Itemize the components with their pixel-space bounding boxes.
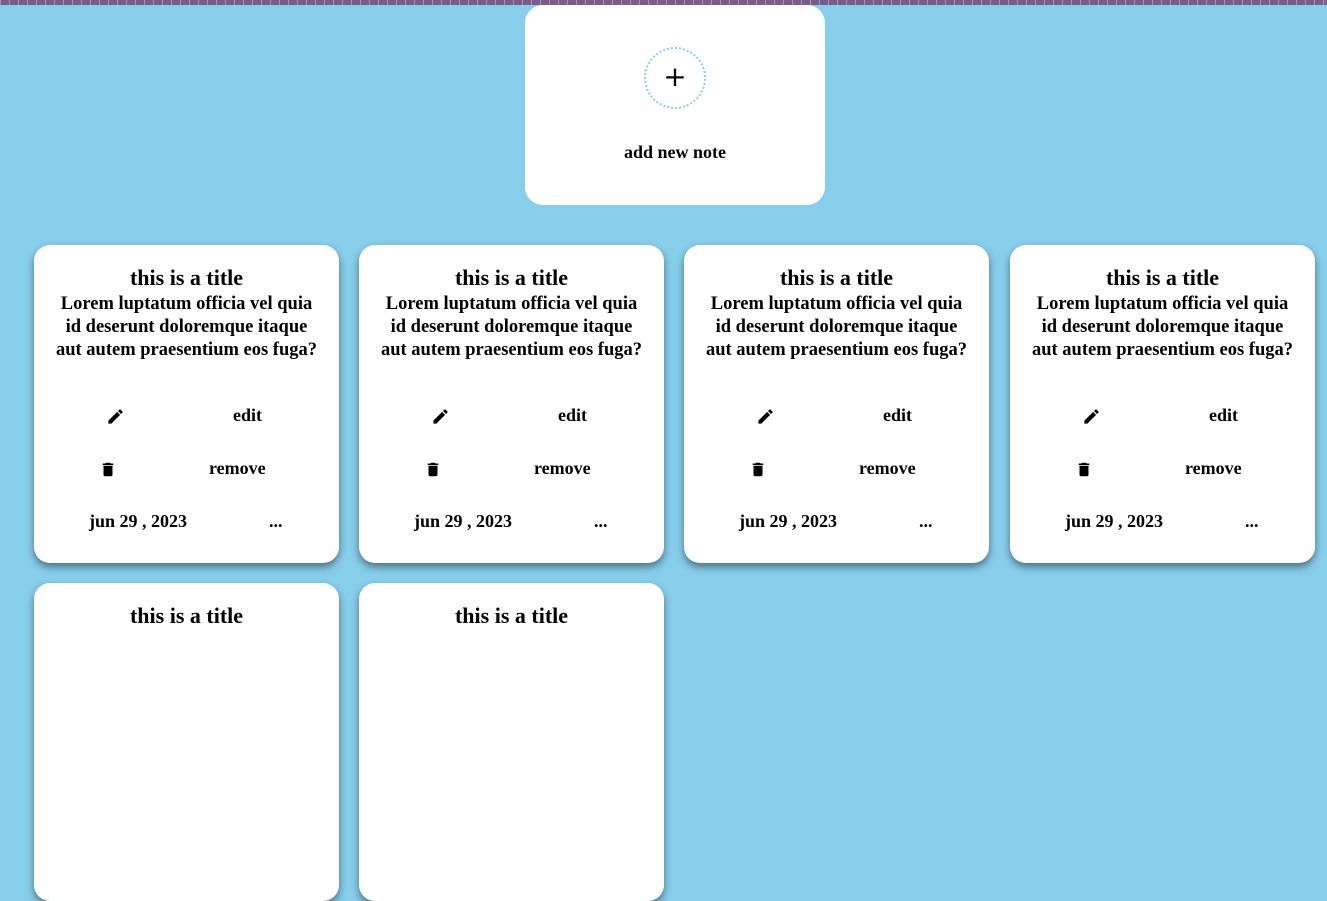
pencil-icon[interactable] [431, 407, 450, 426]
note-body: Lorem luptatum officia vel quia id deser… [705, 294, 968, 360]
add-note-card[interactable]: + add new note [525, 5, 825, 205]
more-options-button[interactable]: ... [269, 511, 283, 532]
more-options-button[interactable]: ... [594, 511, 608, 532]
remove-button[interactable]: remove [209, 458, 266, 479]
note-card: this is a title [359, 583, 664, 901]
trash-icon[interactable] [424, 460, 442, 479]
note-card: this is a title Lorem luptatum officia v… [1010, 245, 1315, 563]
note-card: this is a title Lorem luptatum officia v… [34, 245, 339, 563]
remove-button[interactable]: remove [534, 458, 591, 479]
note-body: Lorem luptatum officia vel quia id deser… [55, 294, 318, 360]
trash-icon[interactable] [99, 460, 117, 479]
note-title: this is a title [454, 265, 569, 290]
trash-icon[interactable] [749, 460, 767, 479]
note-date: jun 29 , 2023 [414, 511, 513, 531]
note-title: this is a title [1105, 265, 1220, 290]
note-card: this is a title [34, 583, 339, 901]
remove-button[interactable]: remove [859, 458, 916, 479]
pencil-icon[interactable] [106, 407, 125, 426]
note-date: jun 29 , 2023 [1065, 511, 1164, 531]
note-body: Lorem luptatum officia vel quia id deser… [1031, 294, 1294, 360]
note-date: jun 29 , 2023 [739, 511, 838, 531]
note-title: this is a title [779, 265, 894, 290]
note-body: Lorem luptatum officia vel quia id deser… [380, 294, 643, 360]
pencil-icon[interactable] [756, 407, 775, 426]
add-note-button[interactable]: + [644, 47, 706, 109]
edit-button[interactable]: edit [1209, 405, 1238, 426]
trash-icon[interactable] [1075, 460, 1093, 479]
more-options-button[interactable]: ... [919, 511, 933, 532]
edit-button[interactable]: edit [558, 405, 587, 426]
note-title: this is a title [129, 603, 244, 628]
edit-button[interactable]: edit [883, 405, 912, 426]
note-title: this is a title [454, 603, 569, 628]
note-date: jun 29 , 2023 [89, 511, 188, 531]
edit-button[interactable]: edit [233, 405, 262, 426]
note-title: this is a title [129, 265, 244, 290]
note-card: this is a title Lorem luptatum officia v… [359, 245, 664, 563]
remove-button[interactable]: remove [1185, 458, 1242, 479]
note-card: this is a title Lorem luptatum officia v… [684, 245, 989, 563]
plus-icon: + [663, 59, 687, 93]
more-options-button[interactable]: ... [1245, 511, 1259, 532]
add-note-label: add new note [623, 142, 726, 162]
pencil-icon[interactable] [1082, 407, 1101, 426]
